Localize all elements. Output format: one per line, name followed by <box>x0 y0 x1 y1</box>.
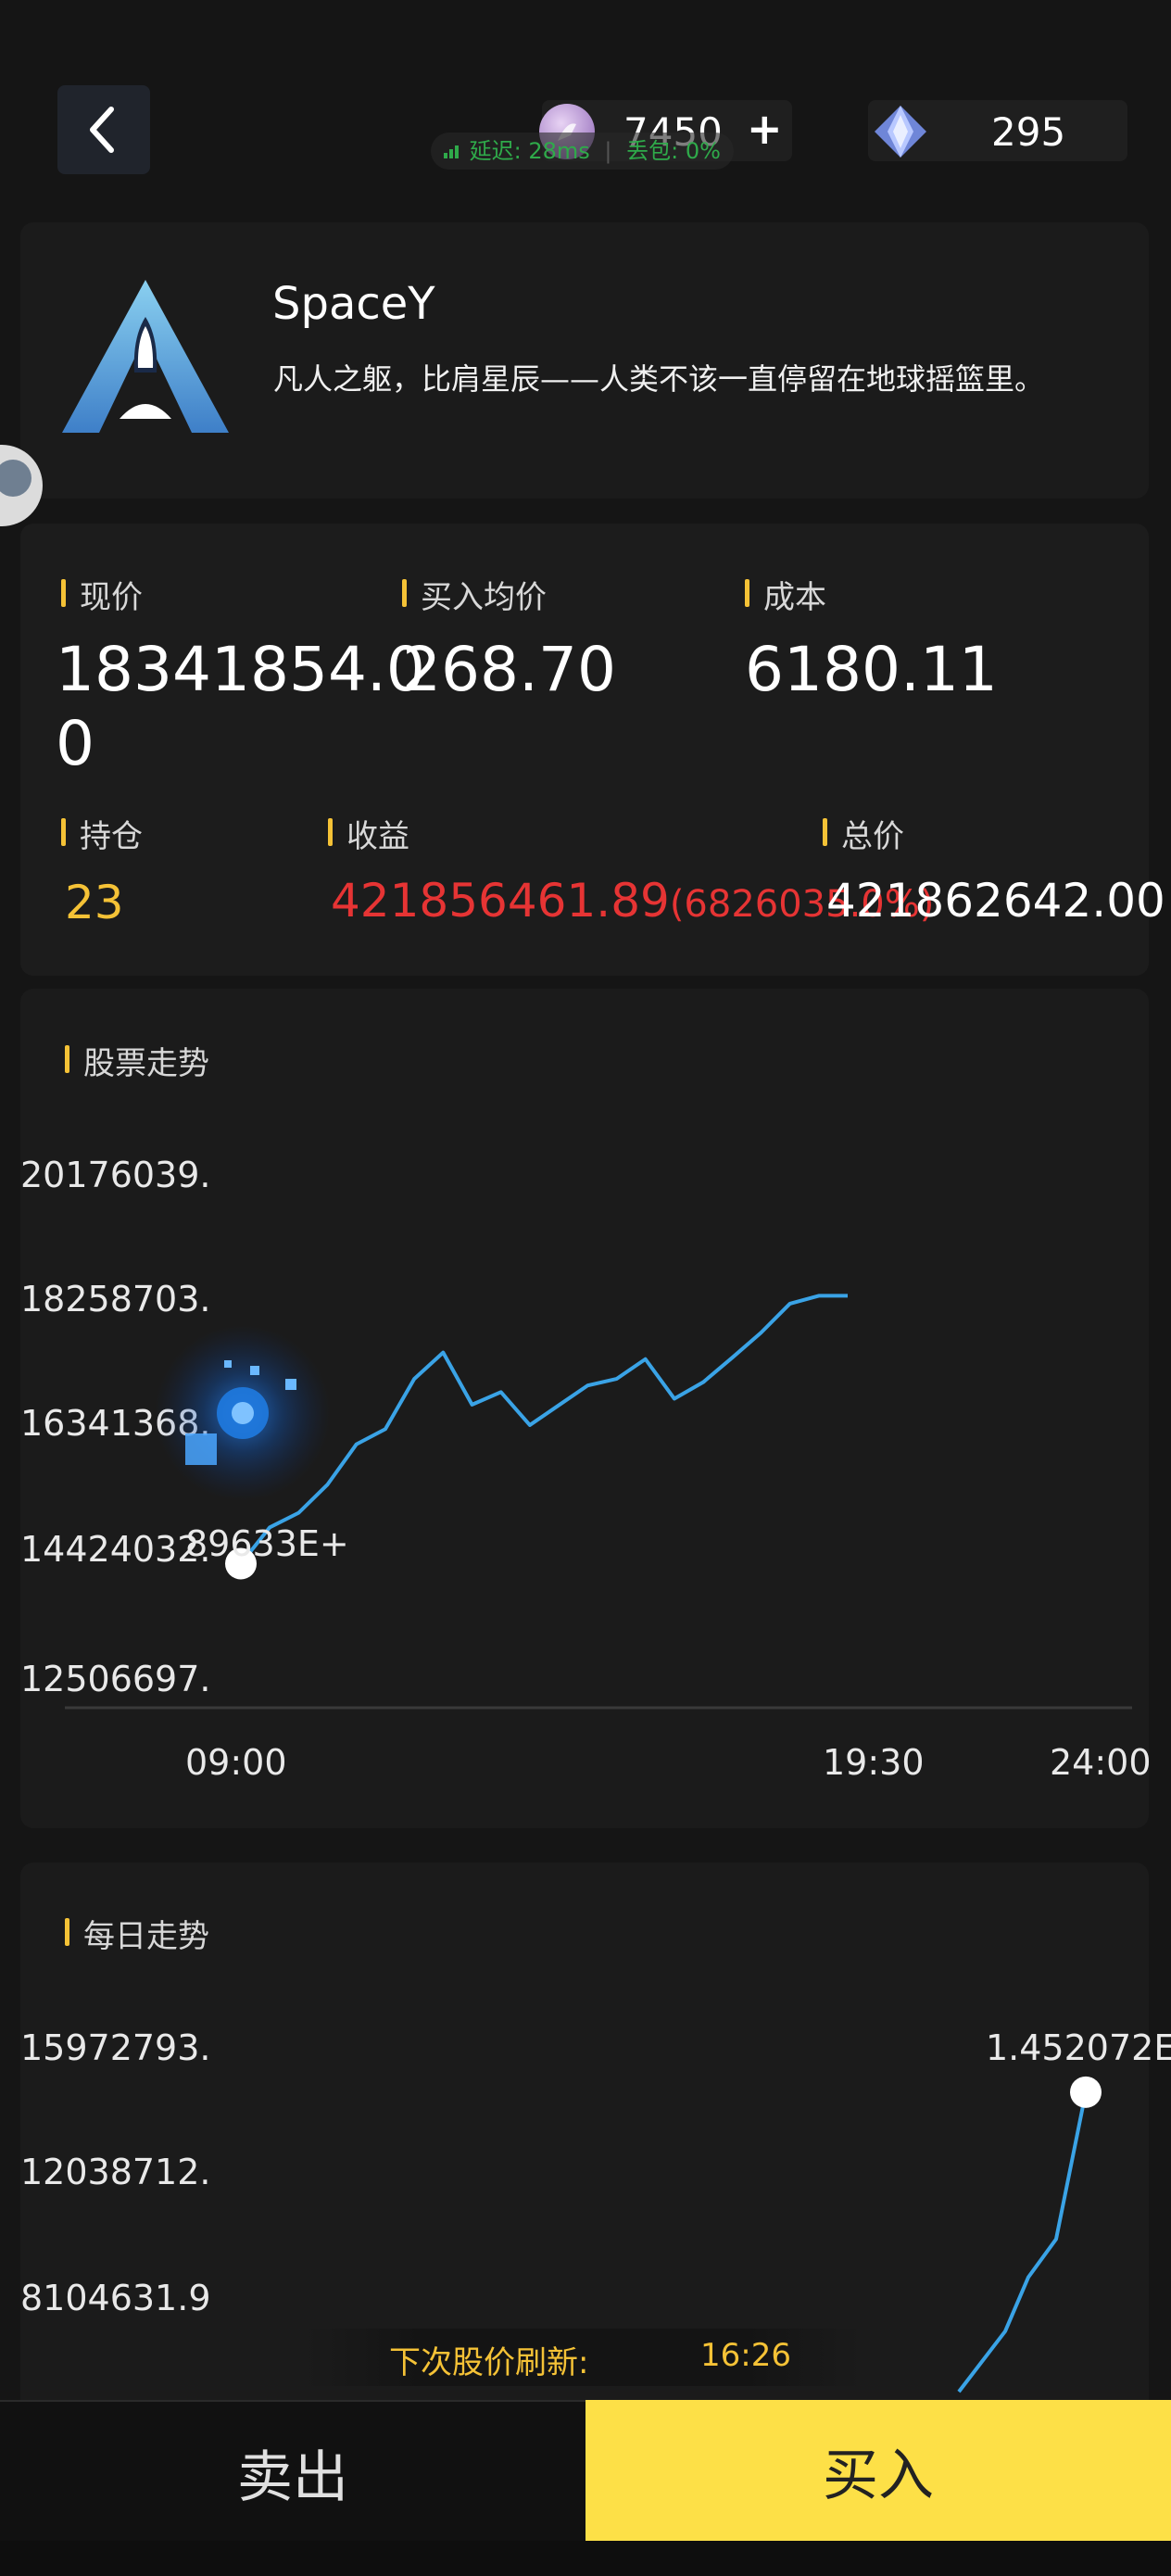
gem-value: 295 <box>991 109 1066 155</box>
network-status: 延迟: 28ms | 丢包: 0% <box>431 133 734 170</box>
trend-y-tick: 16341368. <box>20 1403 211 1444</box>
trend-x-tick: 19:30 <box>823 1742 925 1783</box>
loss-label: 丢包: 0% <box>626 138 721 164</box>
price-label: 现价 <box>61 572 143 617</box>
avg-price-value: 268.70 <box>402 634 616 705</box>
back-button[interactable] <box>57 85 150 174</box>
latency-label: 延迟: 28ms <box>469 138 590 164</box>
profit-amount: 421856461.89 <box>331 874 670 928</box>
stock-trend-title: 股票走势 <box>65 1038 209 1083</box>
trend-y-tick: 12506697. <box>20 1659 211 1699</box>
total-value: 421862642.00 <box>826 874 1165 928</box>
cost-label: 成本 <box>745 572 826 617</box>
cost-value: 6180.11 <box>745 634 998 705</box>
signal-icon <box>444 133 462 170</box>
trend-y-tick: 14424032. <box>20 1529 211 1570</box>
rocket-logo-icon <box>62 280 229 433</box>
trend-x-tick: 09:00 <box>185 1742 287 1783</box>
company-slogan: 凡人之躯，比肩星辰——人类不该一直停留在地球摇篮里。 <box>273 361 1045 397</box>
add-coin-button[interactable]: + <box>747 104 783 154</box>
buy-button[interactable]: 买入 <box>586 2400 1171 2541</box>
holding-label: 持仓 <box>61 811 143 856</box>
avg-price-label: 买入均价 <box>402 572 547 617</box>
bottom-strip <box>0 2541 1171 2576</box>
price-value: 18341854.00 <box>56 634 425 779</box>
company-name: SpaceY <box>272 278 435 330</box>
profit-label: 收益 <box>328 811 409 856</box>
trend-x-tick: 24:00 <box>1050 1742 1152 1783</box>
sell-button[interactable]: 卖出 <box>0 2400 586 2543</box>
holding-value: 23 <box>65 876 124 929</box>
sell-button-label: 卖出 <box>237 2444 348 2510</box>
daily-y-tick: 8104631.9 <box>20 2278 211 2318</box>
trend-y-tick: 18258703. <box>20 1279 211 1320</box>
gem-icon <box>871 102 930 161</box>
assistant-face-icon <box>0 460 31 497</box>
daily-end-label: 1.452072E <box>986 2027 1171 2068</box>
stats-card: 现价 18341854.00 买入均价 268.70 成本 6180.11 持仓… <box>20 524 1165 976</box>
refresh-time: 16:26 <box>700 2337 791 2374</box>
total-label: 总价 <box>823 811 904 856</box>
company-card: SpaceY 凡人之躯，比肩星辰——人类不该一直停留在地球摇篮里。 <box>20 222 1149 499</box>
daily-y-tick: 15972793. <box>20 2027 211 2068</box>
trend-y-tick: 20176039. <box>20 1155 211 1195</box>
refresh-label: 下次股价刷新: <box>389 2344 589 2381</box>
daily-trend-title: 每日走势 <box>65 1911 209 1956</box>
chevron-left-icon <box>90 107 114 153</box>
buy-button-label: 买入 <box>823 2443 934 2508</box>
daily-y-tick: 12038712. <box>20 2152 211 2192</box>
trend-start-label: 89633E+ <box>185 1523 349 1564</box>
